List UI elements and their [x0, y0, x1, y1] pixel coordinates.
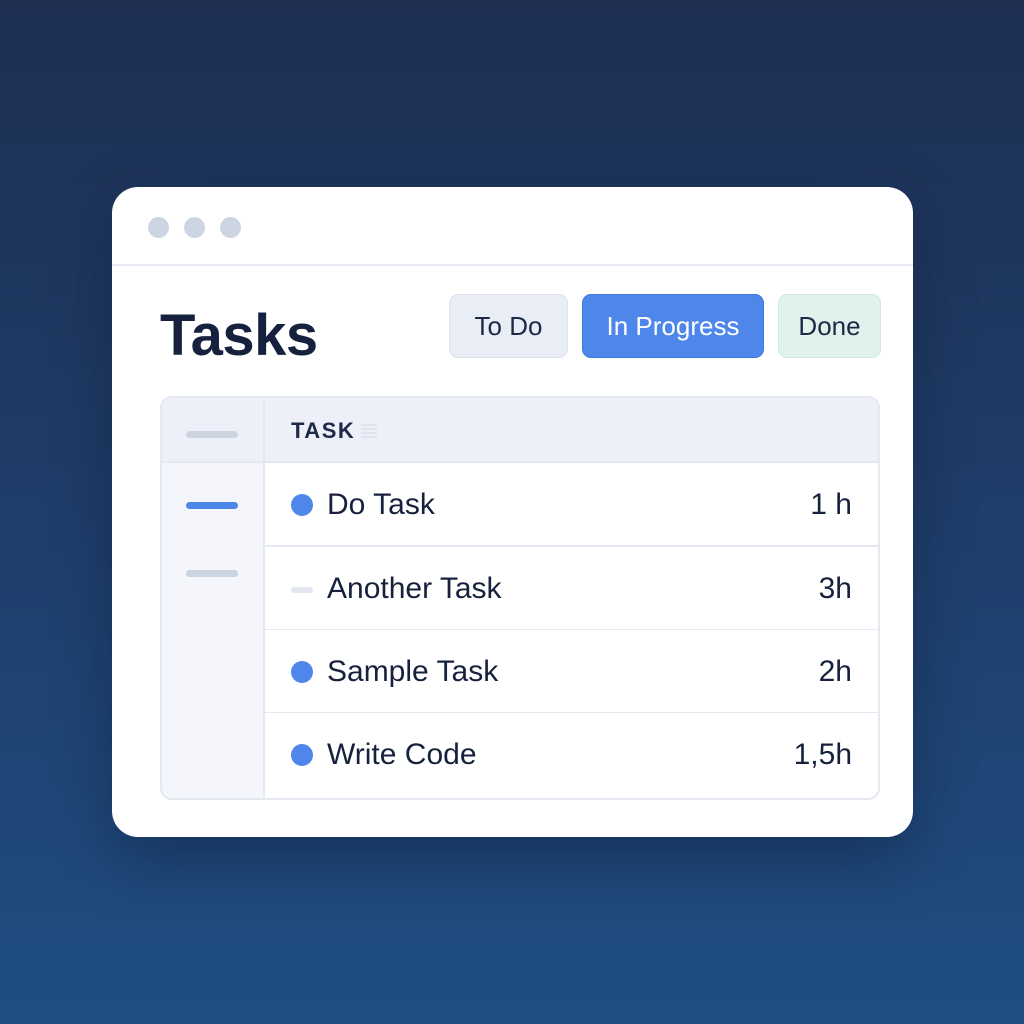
column-header-task[interactable]: TASK — [291, 418, 355, 444]
status-dash-icon — [291, 587, 313, 593]
table-sidebar-header — [162, 398, 263, 463]
task-time: 1 h — [810, 488, 852, 521]
status-dot-icon — [291, 744, 313, 766]
app-window: Tasks To Do In Progress Done TASK Do Tas… — [112, 187, 913, 837]
window-close-dot[interactable] — [148, 217, 169, 238]
task-name: Sample Task — [327, 655, 499, 688]
table-header: TASK — [265, 398, 878, 463]
status-dot-icon — [291, 661, 313, 683]
sidebar-item-active[interactable] — [186, 502, 238, 509]
sidebar-placeholder-bar — [186, 431, 238, 438]
task-time: 1,5h — [793, 738, 852, 771]
tab-done[interactable]: Done — [778, 294, 881, 358]
sort-handle-icon — [361, 424, 377, 438]
task-table: TASK Do Task 1 h Another Task 3h Sample … — [160, 396, 880, 800]
table-row[interactable]: Do Task 1 h — [265, 463, 878, 547]
task-time: 3h — [818, 572, 852, 605]
window-maximize-dot[interactable] — [220, 217, 241, 238]
task-name: Do Task — [327, 488, 435, 521]
table-row[interactable]: Sample Task 2h — [265, 630, 878, 714]
status-dot-icon — [291, 494, 313, 516]
page-title: Tasks — [160, 303, 318, 368]
tab-to-do[interactable]: To Do — [449, 294, 568, 358]
table-row[interactable]: Another Task 3h — [265, 547, 878, 631]
task-time: 2h — [818, 655, 852, 688]
window-minimize-dot[interactable] — [184, 217, 205, 238]
sidebar-item[interactable] — [186, 570, 238, 577]
tab-in-progress[interactable]: In Progress — [582, 294, 764, 358]
window-titlebar — [112, 187, 913, 266]
table-sidebar — [162, 398, 265, 798]
task-name: Another Task — [327, 572, 502, 605]
table-row[interactable]: Write Code 1,5h — [265, 713, 878, 797]
task-name: Write Code — [327, 738, 477, 771]
